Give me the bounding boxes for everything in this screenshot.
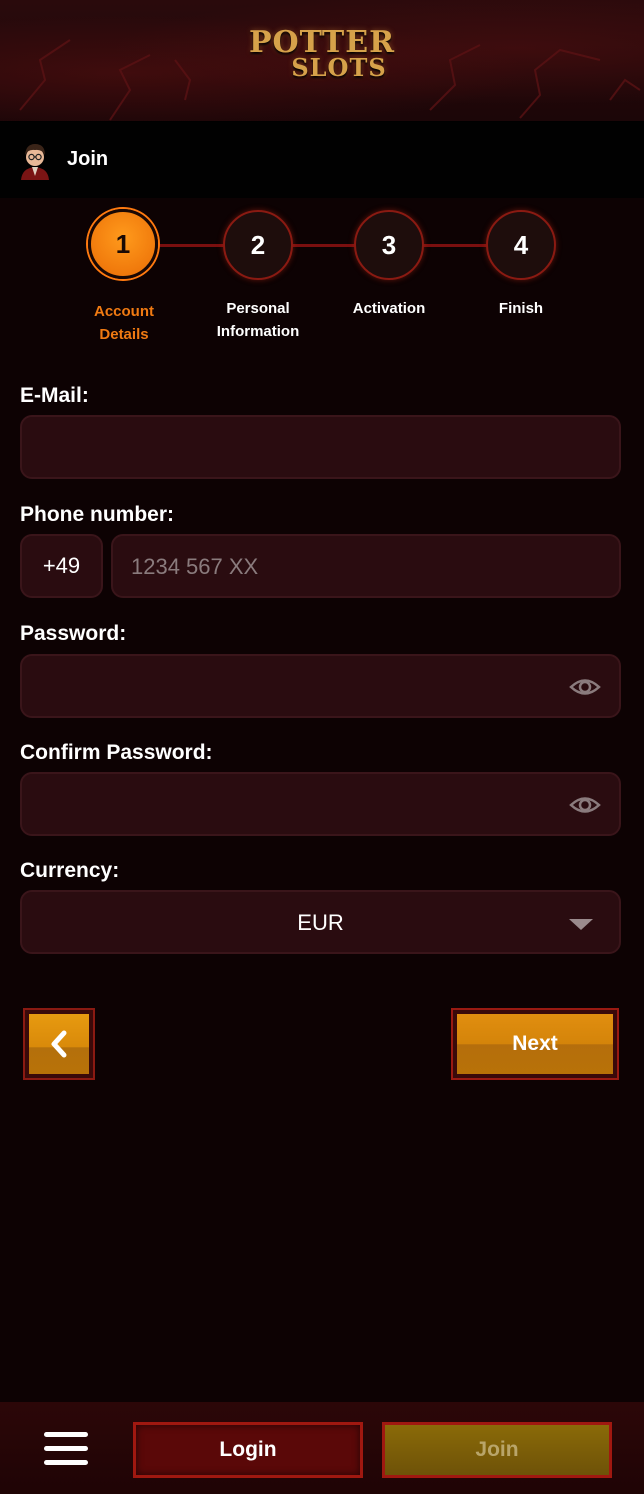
password-label: Password: [20, 622, 127, 645]
step-1-circle: 1 [88, 209, 158, 279]
step-3-label-line1: Activation [352, 300, 426, 317]
step-1-label: Account Details [64, 300, 184, 346]
email-label: E-Mail: [20, 384, 89, 407]
step-2-label-line1: Personal [226, 300, 290, 317]
menu-icon[interactable] [44, 1432, 88, 1468]
confirm-password-label: Confirm Password: [20, 741, 213, 764]
confirm-password-input[interactable] [20, 772, 621, 836]
step-4-label-line1: Finish [498, 300, 544, 317]
eye-icon[interactable] [569, 672, 601, 702]
next-button[interactable]: Next [451, 1008, 619, 1080]
join-button[interactable]: Join [382, 1422, 612, 1478]
phone-label: Phone number: [20, 503, 175, 526]
eye-icon[interactable] [569, 790, 601, 820]
step-connector [290, 244, 360, 247]
step-1-label-line2: Details [99, 326, 149, 343]
step-1-label-line1: Account [94, 303, 154, 320]
password-input[interactable] [20, 654, 621, 718]
step-2-label: Personal Information [198, 297, 318, 343]
page-title: Join [67, 148, 109, 170]
login-button[interactable]: Login [133, 1422, 363, 1478]
step-3-label: Activation [329, 297, 449, 320]
phone-input[interactable]: 1234 567 XX [111, 534, 621, 598]
chevron-down-icon [569, 919, 593, 930]
logo-line-2: SLOTS [291, 53, 387, 82]
step-connector [158, 244, 230, 247]
phone-prefix-select[interactable]: +49 [20, 534, 103, 598]
currency-select[interactable]: EUR [20, 890, 621, 954]
step-2-circle: 2 [223, 210, 293, 280]
step-2-label-line2: Information [216, 323, 300, 340]
back-button[interactable] [23, 1008, 95, 1080]
email-input[interactable] [20, 415, 621, 479]
currency-label: Currency: [20, 859, 120, 882]
avatar-icon [21, 144, 49, 180]
step-connector [420, 244, 492, 247]
step-4-circle: 4 [486, 210, 556, 280]
step-3-circle: 3 [354, 210, 424, 280]
phone-input-placeholder: 1234 567 XX [131, 554, 259, 579]
next-button-label: Next [457, 1014, 613, 1074]
step-4-label: Finish [461, 297, 581, 320]
site-header: POTTER SLOTS [0, 0, 644, 122]
potter-slots-logo[interactable]: POTTER SLOTS [0, 28, 644, 80]
chevron-left-icon [51, 1030, 67, 1058]
currency-value: EUR [297, 910, 344, 935]
